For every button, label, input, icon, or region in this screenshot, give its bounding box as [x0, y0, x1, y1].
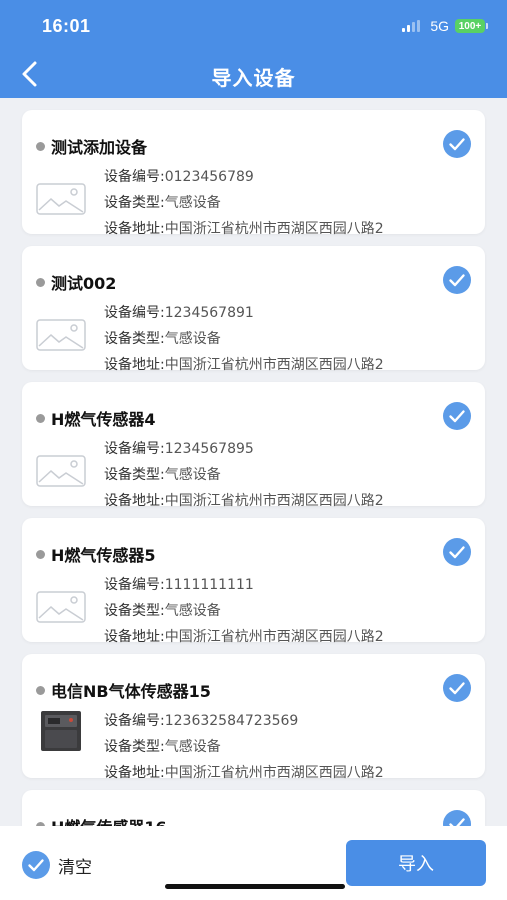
device-name: H燃气传感器4: [36, 406, 156, 430]
device-address: 中国浙江省杭州市西湖区西园八路2: [164, 629, 384, 645]
device-address: 中国浙江省杭州市西湖区西园八路2: [164, 493, 384, 509]
clear-selection-button[interactable]: 清空: [22, 851, 92, 879]
device-card[interactable]: H燃气传感器16: [22, 790, 485, 826]
device-number: 123632584723569: [164, 713, 299, 729]
device-type: 气感设备: [164, 739, 221, 755]
checkbox-checked-icon[interactable]: [443, 810, 471, 826]
device-number: 1234567895: [164, 441, 254, 457]
device-name: 测试002: [36, 270, 116, 294]
device-card[interactable]: 测试添加设备 设备编号:0123456789 设备类型:气感设备 设备地址:中国…: [22, 110, 485, 237]
device-info: 设备编号:1234567891 设备类型:气感设备 设备地址:中国浙江省杭州市西…: [104, 305, 384, 373]
device-address: 中国浙江省杭州市西湖区西园八路2: [164, 357, 384, 373]
image-placeholder-icon: [36, 319, 86, 351]
device-info: 设备编号:0123456789 设备类型:气感设备 设备地址:中国浙江省杭州市西…: [104, 169, 384, 237]
device-type: 气感设备: [164, 603, 221, 619]
device-card[interactable]: 电信NB气体传感器15 设备编号:123632584723569 设备类型:气感…: [22, 654, 485, 781]
signal-icon: [402, 20, 421, 32]
image-placeholder-icon: [36, 455, 86, 487]
device-address: 中国浙江省杭州市西湖区西园八路2: [164, 765, 384, 781]
clear-label: 清空: [58, 857, 92, 878]
bullet-dot: [36, 549, 45, 559]
device-name: 电信NB气体传感器15: [36, 678, 211, 702]
checkbox-checked-icon[interactable]: [443, 674, 471, 702]
home-indicator: [165, 884, 345, 889]
device-card[interactable]: 测试002 设备编号:1234567891 设备类型:气感设备 设备地址:中国浙…: [22, 246, 485, 373]
device-photo: [41, 711, 81, 751]
bullet-dot: [36, 141, 45, 151]
device-list[interactable]: 测试添加设备 设备编号:0123456789 设备类型:气感设备 设备地址:中国…: [0, 98, 507, 826]
device-info: 设备编号:1234567895 设备类型:气感设备 设备地址:中国浙江省杭州市西…: [104, 441, 384, 509]
checkbox-checked-icon[interactable]: [22, 851, 50, 879]
device-name: H燃气传感器16: [36, 814, 167, 826]
device-address: 中国浙江省杭州市西湖区西园八路2: [164, 221, 384, 237]
device-type: 气感设备: [164, 195, 221, 211]
device-type: 气感设备: [164, 467, 221, 483]
checkbox-checked-icon[interactable]: [443, 266, 471, 294]
device-number: 1111111111: [164, 577, 254, 593]
status-indicators: 5G 100+: [402, 18, 488, 34]
checkbox-checked-icon[interactable]: [443, 130, 471, 158]
device-number: 0123456789: [164, 169, 254, 185]
status-time: 16:01: [42, 16, 91, 36]
network-type: 5G: [430, 18, 449, 34]
bullet-dot: [36, 413, 45, 423]
app-header: 16:01 5G 100+ 导入设备: [0, 0, 507, 98]
device-name: H燃气传感器5: [36, 542, 156, 566]
device-card[interactable]: H燃气传感器4 设备编号:1234567895 设备类型:气感设备 设备地址:中…: [22, 382, 485, 509]
device-number: 1234567891: [164, 305, 254, 321]
image-placeholder-icon: [36, 591, 86, 623]
bullet-dot: [36, 277, 45, 287]
checkbox-checked-icon[interactable]: [443, 538, 471, 566]
device-info: 设备编号:1111111111 设备类型:气感设备 设备地址:中国浙江省杭州市西…: [104, 577, 384, 645]
import-button[interactable]: 导入: [346, 840, 486, 886]
device-card[interactable]: H燃气传感器5 设备编号:1111111111 设备类型:气感设备 设备地址:中…: [22, 518, 485, 645]
device-type: 气感设备: [164, 331, 221, 347]
page-title: 导入设备: [211, 66, 296, 90]
device-info: 设备编号:123632584723569 设备类型:气感设备 设备地址:中国浙江…: [104, 713, 384, 781]
battery-icon: 100+: [455, 19, 488, 33]
device-name: 测试添加设备: [36, 134, 147, 158]
image-placeholder-icon: [36, 183, 86, 215]
bullet-dot: [36, 685, 45, 695]
checkbox-checked-icon[interactable]: [443, 402, 471, 430]
